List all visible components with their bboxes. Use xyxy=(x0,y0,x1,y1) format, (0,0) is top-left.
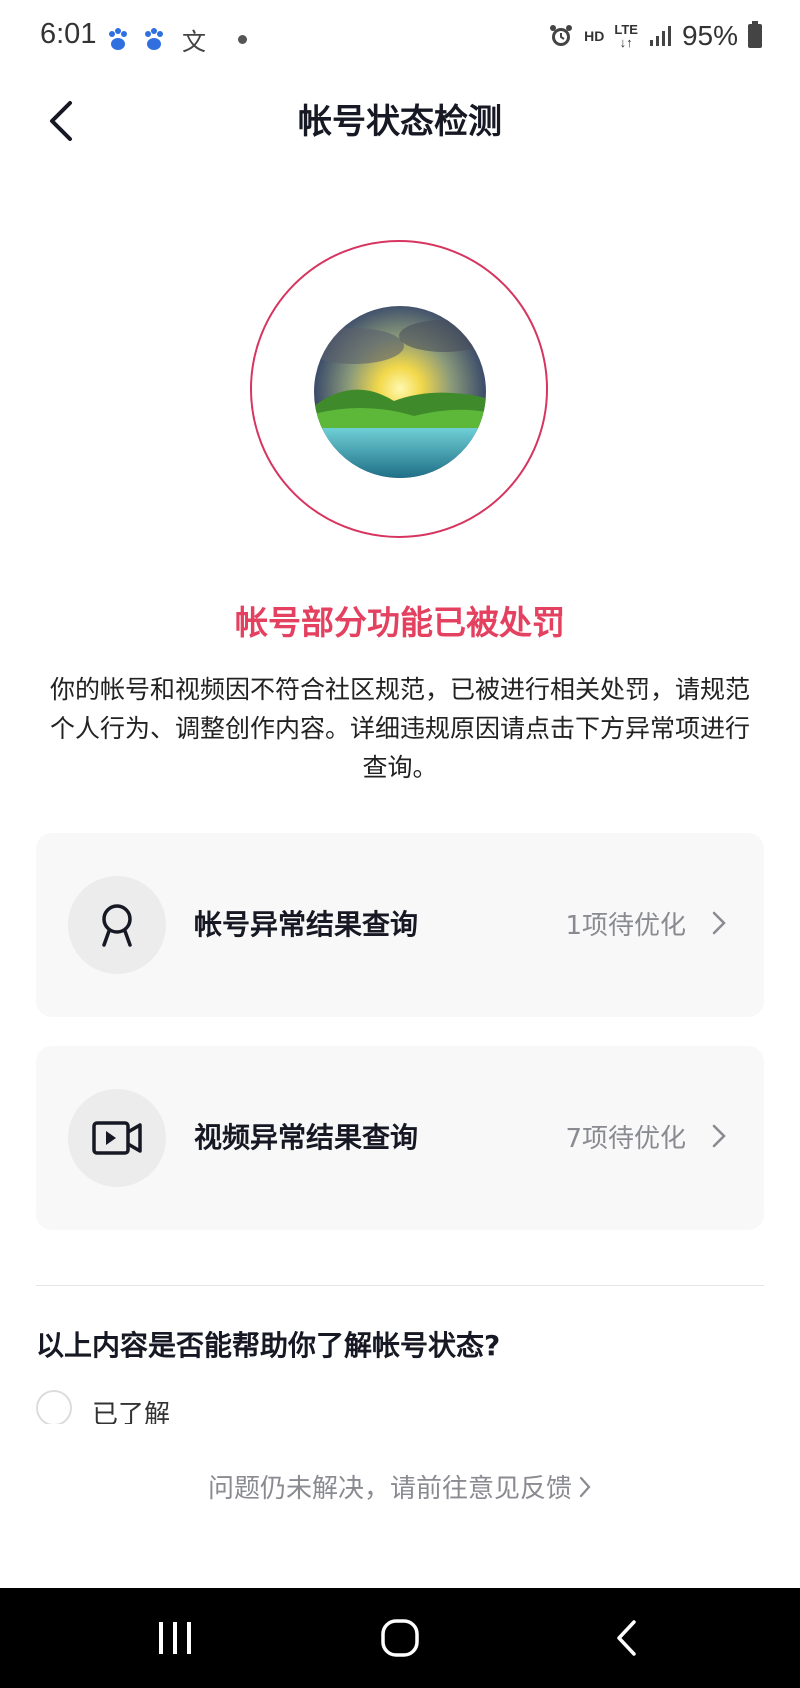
back-icon xyxy=(617,1620,636,1656)
card-label: 帐号异常结果查询 xyxy=(194,908,419,941)
card-icon-wrapper xyxy=(68,1089,166,1187)
notification-icons: 文 xyxy=(106,22,247,57)
card-label: 视频异常结果查询 xyxy=(194,1121,419,1154)
feedback-label: 问题仍未解决，请前往意见反馈 xyxy=(207,1474,572,1504)
card-icon-wrapper xyxy=(68,876,166,974)
user-icon xyxy=(102,904,132,947)
card-count: 7项待优化 xyxy=(565,1124,686,1154)
system-back-button[interactable] xyxy=(606,1616,646,1660)
page-title: 帐号状态检测 xyxy=(298,102,502,142)
account-abnormal-card[interactable]: 帐号异常结果查询 1项待优化 xyxy=(36,833,764,1017)
landscape-avatar-image xyxy=(314,306,486,478)
feedback-link-content: 问题仍未解决，请前往意见反馈 xyxy=(208,1468,592,1505)
recents-button[interactable] xyxy=(150,1616,200,1660)
header: 帐号状态检测 xyxy=(0,76,800,176)
system-navigation-bar xyxy=(0,1588,800,1688)
battery-percent: 95% xyxy=(681,20,738,51)
status-bar: 6:01 文 HD LTE ↓↑ 95% xyxy=(0,0,800,76)
video-abnormal-card[interactable]: 视频异常结果查询 7项待优化 xyxy=(36,1046,764,1230)
status-time: 6:01 xyxy=(40,18,97,50)
baidu-paw-icon xyxy=(145,27,163,50)
video-icon xyxy=(92,1121,142,1155)
lte-label: LTE xyxy=(614,22,638,37)
card-count: 1项待优化 xyxy=(565,911,686,941)
survey-option-understood[interactable]: 已了解 xyxy=(36,1390,336,1424)
home-button[interactable] xyxy=(376,1616,424,1660)
penalty-description: 你的帐号和视频因不符合社区规范，已被进行相关处罚，请规范个人行为、调整创作内容。… xyxy=(49,675,750,782)
radio-button[interactable] xyxy=(36,1390,72,1424)
option-label: 已了解 xyxy=(92,1400,171,1424)
system-icons: HD LTE ↓↑ 95% xyxy=(548,20,762,52)
home-icon xyxy=(381,1619,419,1657)
wen-icon: 文 xyxy=(182,28,206,56)
survey-question: 以上内容是否能帮助你了解帐号状态? xyxy=(36,1329,501,1362)
chevron-right-icon xyxy=(712,911,726,935)
penalty-title: 帐号部分功能已被处罚 xyxy=(235,603,565,642)
lte-icon: LTE ↓↑ xyxy=(614,22,638,50)
chevron-right-icon xyxy=(579,1476,591,1497)
alarm-icon xyxy=(550,25,573,46)
feedback-link[interactable]: 问题仍未解决，请前往意见反馈 xyxy=(0,1468,800,1505)
battery-icon xyxy=(748,21,762,48)
chevron-right-icon xyxy=(712,1124,726,1148)
signal-icon xyxy=(649,26,671,46)
divider xyxy=(36,1285,764,1286)
recents-icon xyxy=(159,1622,191,1654)
more-notifications-dot-icon xyxy=(238,35,247,44)
hd-voice-icon: HD xyxy=(584,28,605,44)
baidu-paw-icon xyxy=(109,27,127,50)
avatar xyxy=(314,306,486,478)
